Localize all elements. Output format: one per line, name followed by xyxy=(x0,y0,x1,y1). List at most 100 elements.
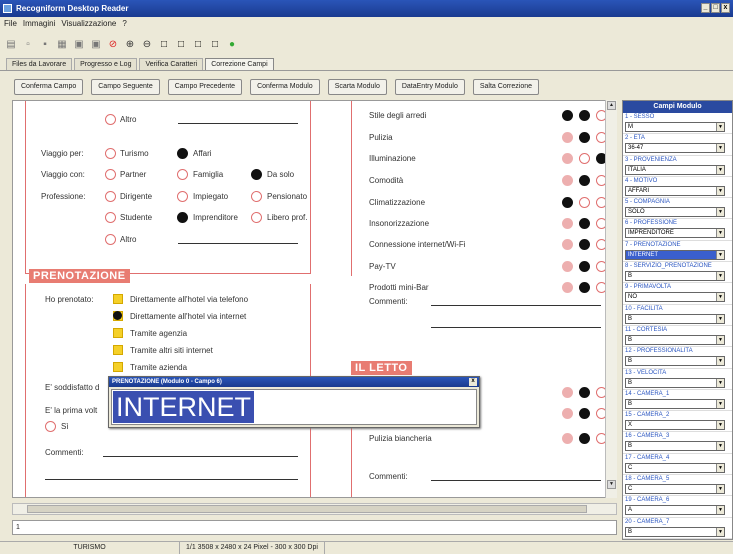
panel-field-select[interactable]: IMPRENDITORE ▼ xyxy=(625,228,725,239)
panel-field-select[interactable]: C ▼ xyxy=(625,484,725,495)
panel-field-select[interactable]: B ▼ xyxy=(625,377,725,388)
menu-immagini[interactable]: Immagini xyxy=(23,17,55,31)
page1-icon[interactable]: □ xyxy=(157,37,171,51)
zoom-out-icon[interactable]: ⊖ xyxy=(140,37,154,51)
chevron-down-icon[interactable]: ▼ xyxy=(716,186,724,195)
save-icon[interactable]: ▪ xyxy=(38,37,52,51)
scroll-thumb[interactable] xyxy=(27,505,587,513)
panel-field-select[interactable]: C ▼ xyxy=(625,462,725,473)
scan2-icon[interactable]: ▣ xyxy=(89,37,103,51)
scroll-up-arrow[interactable]: ▲ xyxy=(607,101,616,110)
chevron-down-icon[interactable]: ▼ xyxy=(716,378,724,387)
minimize-button[interactable]: _ xyxy=(701,3,710,13)
vertical-scrollbar[interactable]: ▲ ▼ xyxy=(605,100,617,498)
popup-value-box[interactable]: INTERNET xyxy=(111,389,477,425)
chevron-down-icon[interactable]: ▼ xyxy=(716,485,724,494)
panel-field-label: 7 - PRENOTAZIONE xyxy=(625,241,681,248)
chevron-down-icon[interactable]: ▼ xyxy=(716,335,724,344)
confirm-form-button[interactable]: Conferma Modulo xyxy=(250,79,320,95)
chevron-down-icon[interactable]: ▼ xyxy=(716,272,724,281)
panel-field-select[interactable]: NO ▼ xyxy=(625,292,725,303)
scan-icon[interactable]: ▣ xyxy=(72,37,86,51)
panel-field-select[interactable]: B ▼ xyxy=(625,441,725,452)
panel-field-select[interactable]: B ▼ xyxy=(625,356,725,367)
dataentry-button[interactable]: DataEntry Modulo xyxy=(394,79,465,95)
panel-field-select[interactable]: M ▼ xyxy=(625,122,725,132)
chevron-down-icon[interactable]: ▼ xyxy=(716,399,724,408)
popup-close-button[interactable]: x xyxy=(469,378,477,386)
check-agenzia xyxy=(113,328,123,338)
rating-label: Stile degli arredi xyxy=(369,111,427,120)
scroll-down-arrow[interactable]: ▼ xyxy=(607,480,616,489)
fields-panel: Campi Modulo 1 - SESSO M ▼ 2 - ETA 36-47 ▼ 3 -… xyxy=(622,100,733,540)
tab-correction[interactable]: Correzione Campi xyxy=(205,58,274,70)
panel-field-select[interactable]: B ▼ xyxy=(625,313,725,324)
rating-label: Prodotti mini-Bar xyxy=(369,283,429,292)
panel-field: 16 - CAMERA_3 B ▼ xyxy=(623,432,732,454)
next-field-button[interactable]: Campo Seguente xyxy=(91,79,160,95)
document-view[interactable]: Altro Viaggio per: Turismo Affari Viaggi… xyxy=(12,100,617,498)
zoom-in-icon[interactable]: ⊕ xyxy=(123,37,137,51)
panel-field-select[interactable]: 36-47 ▼ xyxy=(625,143,725,154)
menu-help[interactable]: ? xyxy=(122,17,126,31)
chevron-down-icon[interactable]: ▼ xyxy=(716,229,724,238)
page4-icon[interactable]: □ xyxy=(208,37,222,51)
print-icon[interactable]: ▦ xyxy=(55,37,69,51)
chevron-down-icon[interactable]: ▼ xyxy=(716,144,724,153)
rating-label: Comodità xyxy=(369,176,404,185)
panel-field-select[interactable]: SOLO ▼ xyxy=(625,207,725,218)
chevron-down-icon[interactable]: ▼ xyxy=(716,442,724,451)
panel-field-value: B xyxy=(628,336,633,343)
panel-field: 15 - CAMERA_2 X ▼ xyxy=(623,411,732,433)
chevron-down-icon[interactable]: ▼ xyxy=(716,357,724,366)
horizontal-scrollbar[interactable] xyxy=(12,503,617,515)
label-pulizia-biancheria: Pulizia biancheria xyxy=(369,434,432,443)
ok-icon[interactable]: ● xyxy=(225,37,239,51)
chevron-down-icon[interactable]: ▼ xyxy=(716,506,724,515)
panel-field-label: 4 - MOTIVO xyxy=(625,177,658,184)
page3-icon[interactable]: □ xyxy=(191,37,205,51)
chevron-down-icon[interactable]: ▼ xyxy=(716,165,724,174)
stop-icon[interactable]: ⊘ xyxy=(106,37,120,51)
disk-icon[interactable]: ▤ xyxy=(4,37,18,51)
tab-verify[interactable]: Verifica Caratteri xyxy=(139,58,204,70)
opt-affari: Affari xyxy=(193,149,212,158)
panel-field-select[interactable]: INTERNET ▼ xyxy=(625,249,725,260)
confirm-field-button[interactable]: Conferma Campo xyxy=(14,79,84,95)
chevron-down-icon[interactable]: ▼ xyxy=(716,250,724,259)
discard-form-button[interactable]: Scarta Modulo xyxy=(327,79,387,95)
tab-files[interactable]: Files da Lavorare xyxy=(6,58,73,70)
tab-progress[interactable]: Progresso e Log xyxy=(74,58,138,70)
skip-correction-button[interactable]: Salta Correzione xyxy=(472,79,540,95)
popup-value[interactable]: INTERNET xyxy=(113,391,254,423)
panel-field: 10 - FACILITA B ▼ xyxy=(623,305,732,326)
panel-field-select[interactable]: X ▼ xyxy=(625,420,725,431)
page2-icon[interactable]: □ xyxy=(174,37,188,51)
underline xyxy=(45,479,298,480)
panel-field-select[interactable]: B ▼ xyxy=(625,398,725,409)
panel-field-label: 12 - PROFESSIONALITA xyxy=(625,348,693,355)
chevron-down-icon[interactable]: ▼ xyxy=(716,293,724,302)
maximize-button[interactable]: □ xyxy=(711,3,720,13)
menu-visualizzazione[interactable]: Visualizzazione xyxy=(61,17,116,31)
chevron-down-icon[interactable]: ▼ xyxy=(716,314,724,323)
panel-field-select[interactable]: B ▼ xyxy=(625,271,725,282)
panel-field-label: 17 - CAMERA_4 xyxy=(625,454,670,461)
panel-field-select[interactable]: AFFARI ▼ xyxy=(625,185,725,196)
chevron-down-icon[interactable]: ▼ xyxy=(716,123,724,131)
prev-field-button[interactable]: Campo Precedente xyxy=(167,79,243,95)
panel-field-label: 11 - CORTESIA xyxy=(625,326,668,333)
toolbar: ▤ ▫ ▪ ▦ ▣ ▣ ⊘ ⊕ ⊖ □ □ □ □ ● xyxy=(0,33,733,55)
panel-field-select[interactable]: ITALIA ▼ xyxy=(625,164,725,175)
page-indicator[interactable]: 1 xyxy=(12,520,617,535)
open-icon[interactable]: ▫ xyxy=(21,37,35,51)
panel-field-select[interactable]: A ▼ xyxy=(625,505,725,516)
chevron-down-icon[interactable]: ▼ xyxy=(716,208,724,217)
chevron-down-icon[interactable]: ▼ xyxy=(716,421,724,430)
panel-field-select[interactable]: B ▼ xyxy=(625,526,725,537)
menu-file[interactable]: File xyxy=(4,17,17,31)
chevron-down-icon[interactable]: ▼ xyxy=(716,527,724,536)
chevron-down-icon[interactable]: ▼ xyxy=(716,463,724,472)
close-button[interactable]: x xyxy=(721,3,730,13)
panel-field-select[interactable]: B ▼ xyxy=(625,334,725,345)
